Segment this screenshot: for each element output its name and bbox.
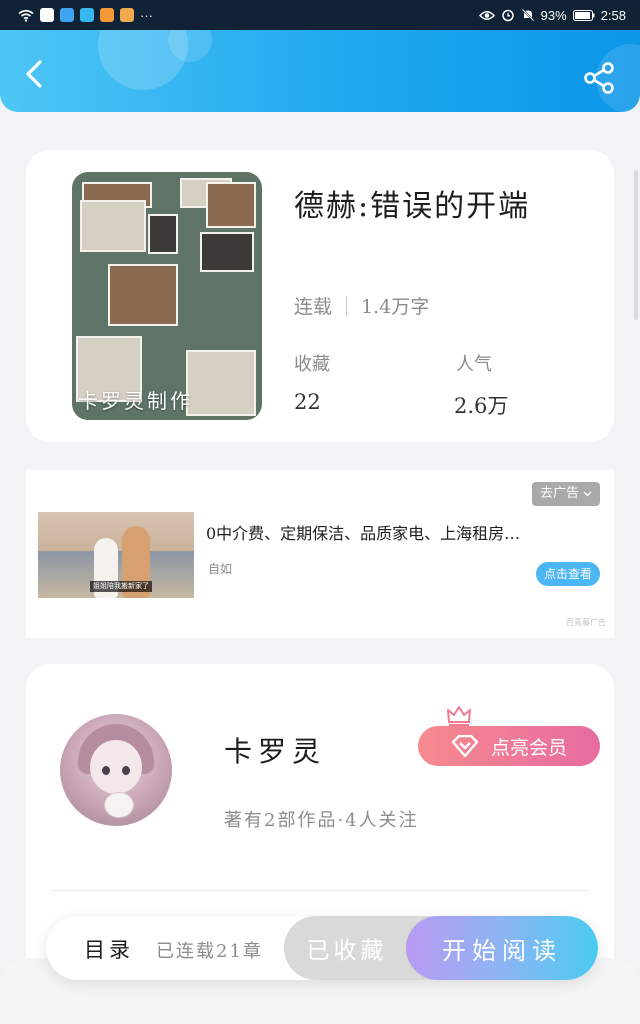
- popularity-label: 人气: [456, 354, 492, 375]
- remove-ad-label: 去广告: [540, 486, 580, 501]
- more-notifications-icon: ···: [140, 7, 153, 23]
- favorites-label: 收藏: [294, 354, 330, 375]
- book-status: 连载: [294, 296, 333, 318]
- ad-headline[interactable]: 0中介费、定期保洁、品质家电、上海租房…: [206, 520, 606, 544]
- start-reading-button[interactable]: 开始阅读: [406, 916, 598, 980]
- start-reading-label: 开始阅读: [442, 936, 562, 965]
- chapters-count: 已连载21章: [156, 941, 263, 962]
- battery-percent: 93%: [540, 7, 567, 23]
- table-of-contents-button[interactable]: 目录: [84, 934, 134, 964]
- status-bar-right: 93% 2:58: [478, 7, 626, 23]
- ad-footnote: 百青藤广告: [566, 618, 606, 627]
- book-info-card: 卡罗灵制作 德赫:错误的开端 连载 1.4万字 收藏 人气 22 2.6万: [26, 150, 614, 442]
- chevron-left-icon: [26, 60, 42, 88]
- mute-icon: [521, 8, 534, 22]
- book-title: 德赫:错误的开端: [294, 189, 531, 224]
- alarm-icon: [501, 9, 514, 22]
- avatar-eye: [122, 766, 130, 775]
- diamond-icon: [451, 735, 479, 757]
- word-count: 1.4万字: [361, 296, 430, 318]
- remove-ad-button[interactable]: 去广告: [532, 482, 601, 506]
- share-icon: [584, 62, 614, 94]
- vip-membership-button[interactable]: 点亮会员: [418, 726, 600, 766]
- browser-app-icon: [60, 8, 74, 22]
- game-app-icon: [120, 8, 134, 22]
- cover-caption: 卡罗灵制作: [78, 389, 193, 413]
- ad-view-button[interactable]: 点击查看: [536, 562, 601, 586]
- cover-photo: [186, 350, 256, 416]
- status-bar: ··· 93% 2:58: [0, 0, 640, 30]
- author-avatar[interactable]: [60, 714, 172, 826]
- cover-photo: [80, 200, 146, 252]
- author-divider: [50, 890, 590, 891]
- ad-thumbnail-caption: 姐姐陪我搬新家了: [90, 581, 152, 592]
- crown-icon: [447, 706, 471, 726]
- share-button[interactable]: [582, 60, 618, 96]
- vip-button-label: 点亮会员: [490, 737, 567, 759]
- cover-photo: [108, 264, 178, 326]
- avatar-eye: [102, 766, 110, 775]
- bottom-action-bar: 目录 已连载21章 已收藏 开始阅读: [46, 916, 598, 980]
- book-cover[interactable]: 卡罗灵制作: [72, 172, 262, 420]
- mail-app-icon: [40, 8, 54, 22]
- header: [0, 30, 640, 112]
- back-button[interactable]: [20, 56, 52, 92]
- ad-thumbnail[interactable]: 姐姐陪我搬新家了: [38, 512, 194, 598]
- popularity-count: 2.6万: [454, 394, 509, 418]
- book-meta: 连载 1.4万字: [294, 292, 429, 319]
- cover-photo: [200, 232, 254, 272]
- cover-photo: [206, 182, 256, 228]
- video-app-icon: [100, 8, 114, 22]
- status-bar-left: ···: [18, 8, 153, 23]
- favorites-count: 22: [294, 390, 321, 414]
- favorited-label: 已收藏: [306, 938, 388, 964]
- ad-source: 自如: [208, 562, 233, 576]
- meta-divider: [346, 295, 348, 316]
- ad-banner[interactable]: 去广告 姐姐陪我搬新家了 0中介费、定期保洁、品质家电、上海租房… 自如 点击查…: [26, 470, 614, 638]
- chevron-down-icon: [583, 491, 592, 497]
- author-name[interactable]: 卡罗灵: [224, 730, 326, 770]
- author-stats: 著有2部作品·4人关注: [224, 810, 419, 831]
- avatar-face: [90, 740, 142, 794]
- status-time: 2:58: [600, 7, 626, 23]
- battery-icon: [572, 9, 595, 21]
- scrollbar[interactable]: [634, 170, 638, 320]
- eye-icon: [478, 10, 495, 20]
- cover-photo: [148, 214, 178, 254]
- avatar-pet: [104, 792, 134, 818]
- book-detail-page: ··· 93% 2:58 卡罗灵制作 德赫:错误的开端 连载 1.4万字 收藏 …: [0, 0, 640, 1024]
- wifi-icon: [18, 9, 34, 22]
- search-app-icon: [80, 8, 94, 22]
